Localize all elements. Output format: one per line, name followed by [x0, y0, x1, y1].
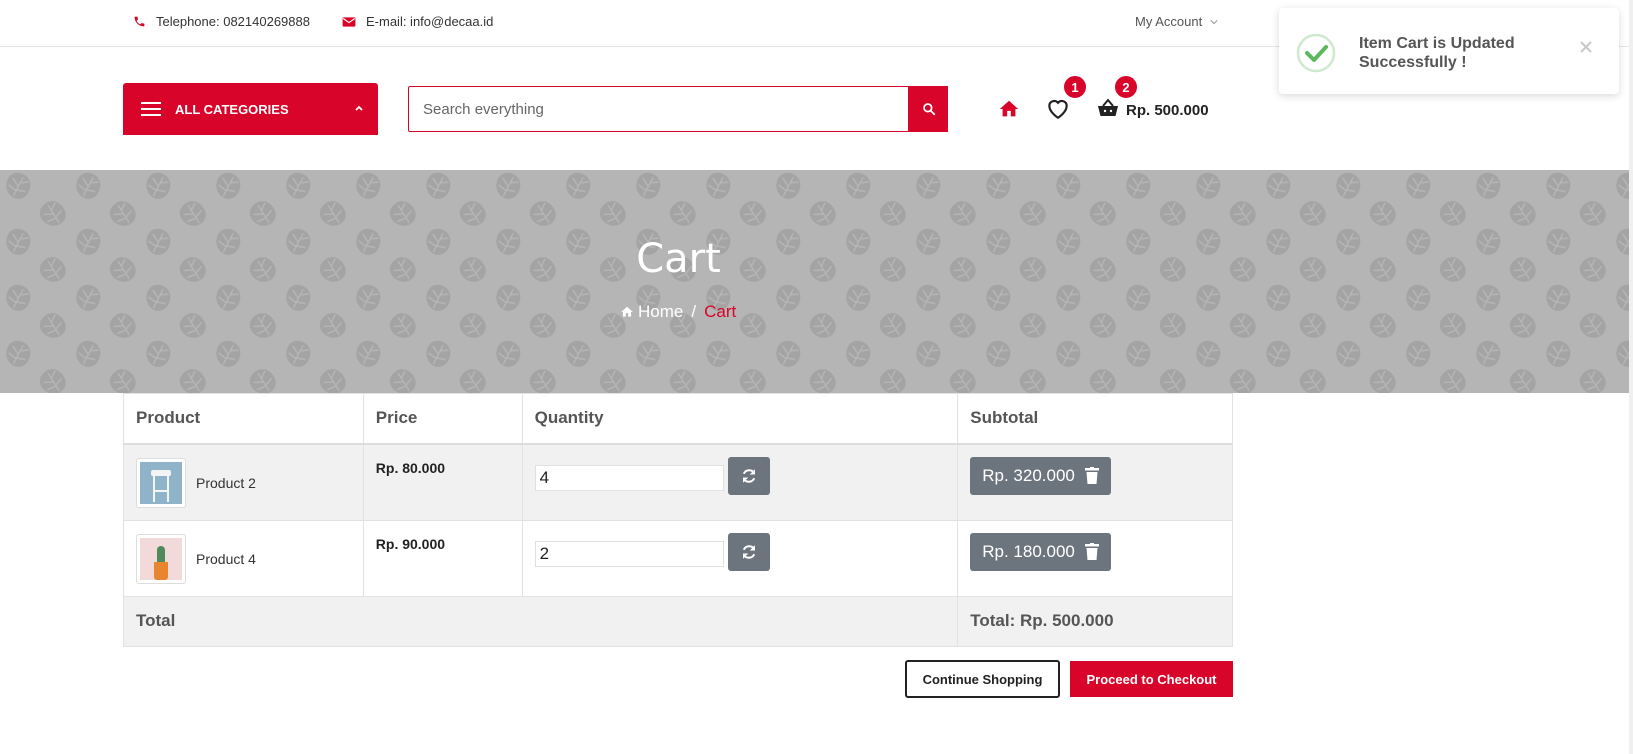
table-header-row: Product Price Quantity Subtotal	[123, 393, 1233, 445]
column-header-price: Price	[362, 393, 523, 445]
product-name[interactable]: Product 4	[196, 551, 256, 567]
search-input[interactable]	[408, 86, 909, 132]
wishlist-link[interactable]	[1045, 96, 1071, 125]
email-text: E-mail: info@decaa.id	[366, 14, 494, 29]
chevron-up-icon	[355, 105, 363, 111]
phone-icon	[134, 16, 145, 27]
wishlist-count-badge: 1	[1062, 74, 1088, 100]
email-info: E-mail: info@decaa.id	[342, 14, 493, 29]
menu-icon	[141, 102, 161, 116]
cart-link[interactable]	[1096, 97, 1120, 124]
all-categories-button[interactable]: ALL CATEGORIES	[123, 83, 378, 135]
page-title: Cart	[636, 236, 721, 282]
refresh-icon	[742, 544, 755, 559]
search-button[interactable]	[909, 86, 948, 132]
column-header-quantity: Quantity	[521, 393, 959, 445]
search-icon	[922, 103, 935, 116]
cart-count-badge: 2	[1113, 74, 1139, 100]
basket-icon	[1098, 98, 1118, 116]
product-name[interactable]: Product 2	[196, 475, 256, 491]
product-cell: Product 2	[136, 457, 351, 508]
telephone-text: Telephone: 082140269888	[156, 14, 310, 29]
breadcrumb-home[interactable]: Home	[638, 302, 683, 322]
page-banner: Cart Home / Cart	[0, 170, 1629, 393]
all-categories-label: ALL CATEGORIES	[175, 101, 289, 117]
column-header-product: Product	[123, 393, 364, 445]
check-circle-icon	[1296, 33, 1336, 73]
heart-icon	[1048, 99, 1068, 120]
total-label: Total	[122, 595, 959, 647]
my-account-label: My Account	[1135, 14, 1203, 29]
breadcrumb-current: Cart	[704, 302, 737, 321]
product-thumbnail[interactable]	[136, 533, 186, 584]
my-account-dropdown[interactable]: My Account	[1135, 14, 1218, 29]
refresh-icon	[742, 468, 755, 483]
subtotal-value: Rp. 180.000	[982, 541, 1075, 561]
table-row: Product 2 Rp. 80.000 Rp. 320.000	[123, 443, 1233, 521]
product-cell: Product 4	[136, 533, 351, 584]
scrollbar[interactable]	[1629, 0, 1633, 754]
close-icon[interactable]	[1579, 40, 1593, 54]
quantity-input[interactable]	[534, 464, 724, 491]
proceed-to-checkout-button[interactable]: Proceed to Checkout	[1070, 661, 1233, 697]
subtotal-remove-button[interactable]: Rp. 180.000	[970, 532, 1111, 571]
success-toast: Item Cart is Updated Successfully !	[1279, 8, 1619, 94]
header-cart-total[interactable]: Rp. 500.000	[1126, 102, 1209, 119]
envelope-icon	[342, 16, 356, 27]
product-thumbnail[interactable]	[136, 457, 186, 508]
home-link[interactable]	[998, 98, 1020, 125]
home-icon	[621, 306, 633, 317]
update-quantity-button[interactable]	[727, 532, 770, 571]
home-icon	[999, 100, 1019, 117]
continue-shopping-button[interactable]: Continue Shopping	[905, 660, 1060, 698]
quantity-input[interactable]	[534, 540, 724, 567]
breadcrumb-separator: /	[691, 302, 697, 321]
product-price: Rp. 80.000	[375, 459, 446, 476]
chevron-down-icon	[1210, 19, 1218, 24]
update-quantity-button[interactable]	[727, 456, 770, 495]
column-header-subtotal: Subtotal	[957, 393, 1233, 445]
trash-icon	[1084, 543, 1099, 560]
total-value: Total: Rp. 500.000	[957, 595, 1233, 647]
cart-table: Product Price Quantity Subtotal Product …	[122, 393, 1233, 647]
trash-icon	[1084, 467, 1099, 484]
table-row: Product 4 Rp. 90.000 Rp. 180.000	[123, 519, 1233, 597]
subtotal-value: Rp. 320.000	[982, 465, 1075, 485]
telephone-info: Telephone: 082140269888	[133, 14, 310, 29]
subtotal-remove-button[interactable]: Rp. 320.000	[970, 456, 1111, 495]
breadcrumb: Home / Cart	[620, 302, 736, 322]
total-row: Total Total: Rp. 500.000	[122, 595, 1233, 647]
toast-message: Item Cart is Updated Successfully !	[1359, 35, 1515, 71]
product-price: Rp. 90.000	[375, 535, 446, 552]
